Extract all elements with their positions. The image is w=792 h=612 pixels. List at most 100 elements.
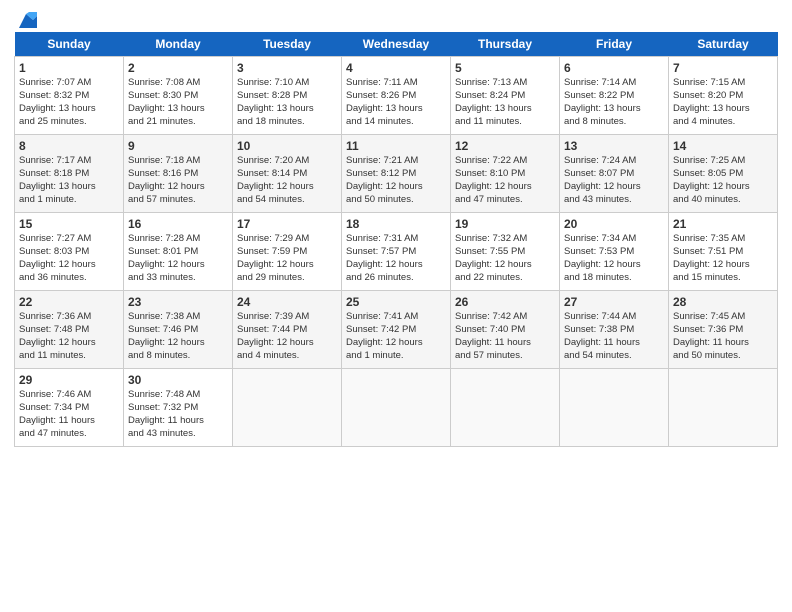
cell-text: Daylight: 12 hours	[237, 259, 337, 272]
cell-text: and 14 minutes.	[346, 116, 446, 129]
cell-text: Sunrise: 7:13 AM	[455, 77, 555, 90]
cell-text: Sunrise: 7:21 AM	[346, 155, 446, 168]
cell-text: Sunset: 8:26 PM	[346, 90, 446, 103]
day-number: 21	[673, 216, 773, 232]
day-number: 5	[455, 60, 555, 76]
cell-text: Sunrise: 7:29 AM	[237, 233, 337, 246]
day-number: 22	[19, 294, 119, 310]
calendar-cell: 2Sunrise: 7:08 AMSunset: 8:30 PMDaylight…	[124, 57, 233, 135]
day-number: 3	[237, 60, 337, 76]
calendar-cell: 21Sunrise: 7:35 AMSunset: 7:51 PMDayligh…	[669, 213, 778, 291]
cell-text: and 43 minutes.	[128, 428, 228, 441]
day-number: 11	[346, 138, 446, 154]
cell-text: and 15 minutes.	[673, 272, 773, 285]
day-number: 9	[128, 138, 228, 154]
calendar-cell: 4Sunrise: 7:11 AMSunset: 8:26 PMDaylight…	[342, 57, 451, 135]
day-number: 13	[564, 138, 664, 154]
day-number: 17	[237, 216, 337, 232]
cell-text: and 29 minutes.	[237, 272, 337, 285]
cell-text: Sunrise: 7:14 AM	[564, 77, 664, 90]
day-number: 27	[564, 294, 664, 310]
calendar-cell: 11Sunrise: 7:21 AMSunset: 8:12 PMDayligh…	[342, 135, 451, 213]
cell-text: Daylight: 13 hours	[673, 103, 773, 116]
cell-text: Sunrise: 7:24 AM	[564, 155, 664, 168]
day-number: 15	[19, 216, 119, 232]
cell-text: Sunset: 7:40 PM	[455, 324, 555, 337]
cell-text: Sunset: 8:22 PM	[564, 90, 664, 103]
calendar-cell: 13Sunrise: 7:24 AMSunset: 8:07 PMDayligh…	[560, 135, 669, 213]
calendar-cell: 1Sunrise: 7:07 AMSunset: 8:32 PMDaylight…	[15, 57, 124, 135]
cell-text: Sunset: 7:34 PM	[19, 402, 119, 415]
day-number: 7	[673, 60, 773, 76]
cell-text: Sunrise: 7:10 AM	[237, 77, 337, 90]
calendar-cell: 17Sunrise: 7:29 AMSunset: 7:59 PMDayligh…	[233, 213, 342, 291]
day-header-row: SundayMondayTuesdayWednesdayThursdayFrid…	[15, 32, 778, 57]
calendar-cell: 25Sunrise: 7:41 AMSunset: 7:42 PMDayligh…	[342, 291, 451, 369]
cell-text: Sunset: 8:16 PM	[128, 168, 228, 181]
day-number: 12	[455, 138, 555, 154]
cell-text: and 36 minutes.	[19, 272, 119, 285]
calendar-cell	[233, 369, 342, 447]
day-header-sunday: Sunday	[15, 32, 124, 57]
cell-text: Sunrise: 7:18 AM	[128, 155, 228, 168]
calendar-cell: 9Sunrise: 7:18 AMSunset: 8:16 PMDaylight…	[124, 135, 233, 213]
cell-text: Sunset: 7:36 PM	[673, 324, 773, 337]
cell-text: Sunset: 7:55 PM	[455, 246, 555, 259]
calendar-cell: 20Sunrise: 7:34 AMSunset: 7:53 PMDayligh…	[560, 213, 669, 291]
calendar-cell: 7Sunrise: 7:15 AMSunset: 8:20 PMDaylight…	[669, 57, 778, 135]
logo	[14, 10, 37, 28]
cell-text: Daylight: 12 hours	[128, 259, 228, 272]
week-row-4: 22Sunrise: 7:36 AMSunset: 7:48 PMDayligh…	[15, 291, 778, 369]
cell-text: Daylight: 11 hours	[673, 337, 773, 350]
cell-text: Sunset: 8:10 PM	[455, 168, 555, 181]
cell-text: Sunset: 7:48 PM	[19, 324, 119, 337]
cell-text: Sunrise: 7:22 AM	[455, 155, 555, 168]
cell-text: Sunrise: 7:27 AM	[19, 233, 119, 246]
cell-text: Sunset: 7:42 PM	[346, 324, 446, 337]
day-number: 14	[673, 138, 773, 154]
day-header-friday: Friday	[560, 32, 669, 57]
cell-text: Daylight: 12 hours	[237, 181, 337, 194]
cell-text: and 21 minutes.	[128, 116, 228, 129]
cell-text: Daylight: 12 hours	[564, 181, 664, 194]
cell-text: Daylight: 12 hours	[346, 337, 446, 350]
cell-text: Sunset: 8:03 PM	[19, 246, 119, 259]
calendar-cell: 5Sunrise: 7:13 AMSunset: 8:24 PMDaylight…	[451, 57, 560, 135]
cell-text: and 4 minutes.	[673, 116, 773, 129]
cell-text: Sunrise: 7:34 AM	[564, 233, 664, 246]
cell-text: Daylight: 13 hours	[564, 103, 664, 116]
cell-text: and 43 minutes.	[564, 194, 664, 207]
cell-text: Sunrise: 7:08 AM	[128, 77, 228, 90]
cell-text: Sunrise: 7:20 AM	[237, 155, 337, 168]
cell-text: Sunset: 7:38 PM	[564, 324, 664, 337]
cell-text: Daylight: 12 hours	[237, 337, 337, 350]
calendar-cell: 30Sunrise: 7:48 AMSunset: 7:32 PMDayligh…	[124, 369, 233, 447]
cell-text: Sunset: 8:28 PM	[237, 90, 337, 103]
cell-text: and 50 minutes.	[346, 194, 446, 207]
day-header-thursday: Thursday	[451, 32, 560, 57]
cell-text: Sunrise: 7:46 AM	[19, 389, 119, 402]
calendar-cell: 28Sunrise: 7:45 AMSunset: 7:36 PMDayligh…	[669, 291, 778, 369]
week-row-1: 1Sunrise: 7:07 AMSunset: 8:32 PMDaylight…	[15, 57, 778, 135]
calendar-cell: 22Sunrise: 7:36 AMSunset: 7:48 PMDayligh…	[15, 291, 124, 369]
week-row-2: 8Sunrise: 7:17 AMSunset: 8:18 PMDaylight…	[15, 135, 778, 213]
cell-text: and 11 minutes.	[19, 350, 119, 363]
cell-text: and 11 minutes.	[455, 116, 555, 129]
cell-text: Daylight: 12 hours	[19, 259, 119, 272]
cell-text: Daylight: 12 hours	[128, 337, 228, 350]
cell-text: Sunrise: 7:39 AM	[237, 311, 337, 324]
cell-text: Sunset: 7:53 PM	[564, 246, 664, 259]
day-number: 20	[564, 216, 664, 232]
cell-text: and 18 minutes.	[564, 272, 664, 285]
week-row-5: 29Sunrise: 7:46 AMSunset: 7:34 PMDayligh…	[15, 369, 778, 447]
cell-text: and 57 minutes.	[128, 194, 228, 207]
cell-text: and 54 minutes.	[237, 194, 337, 207]
cell-text: Sunrise: 7:38 AM	[128, 311, 228, 324]
cell-text: and 8 minutes.	[128, 350, 228, 363]
cell-text: and 40 minutes.	[673, 194, 773, 207]
cell-text: Sunrise: 7:17 AM	[19, 155, 119, 168]
calendar-cell: 23Sunrise: 7:38 AMSunset: 7:46 PMDayligh…	[124, 291, 233, 369]
day-header-saturday: Saturday	[669, 32, 778, 57]
cell-text: and 22 minutes.	[455, 272, 555, 285]
day-number: 8	[19, 138, 119, 154]
